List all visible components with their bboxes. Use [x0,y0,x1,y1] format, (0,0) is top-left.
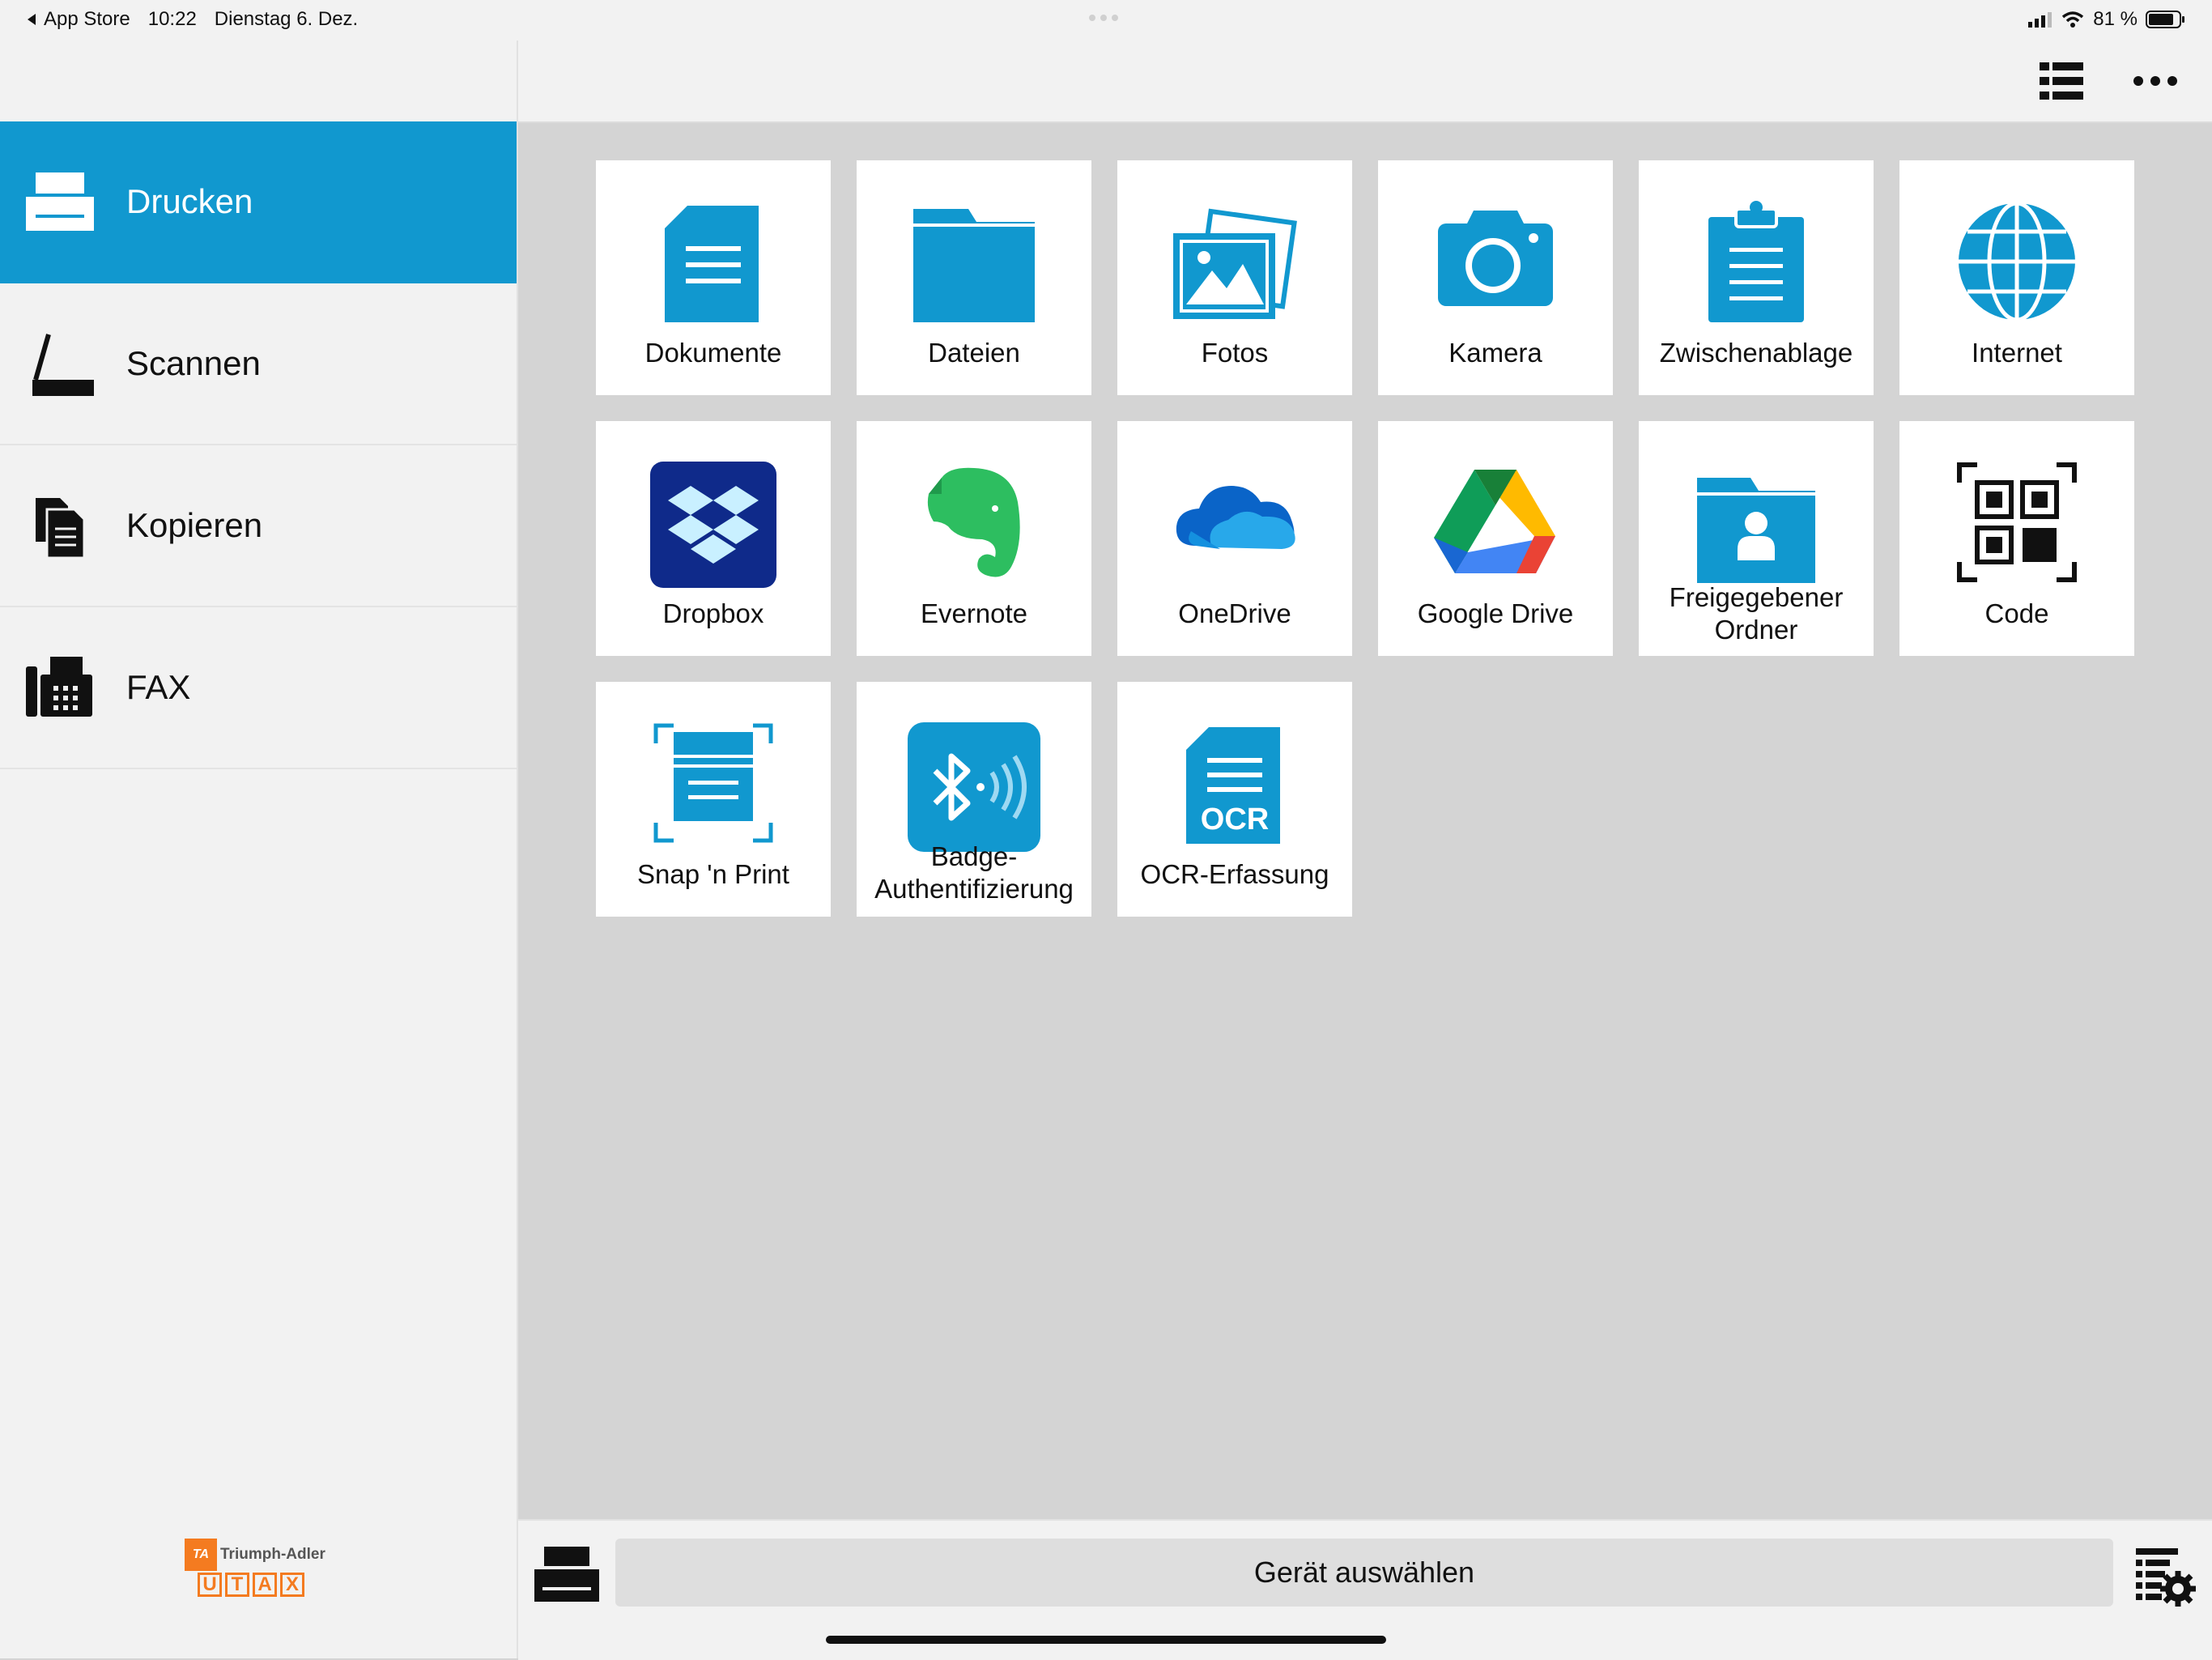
top-toolbar [518,40,2212,123]
evernote-icon [927,467,1020,577]
tile-label: Kamera [1448,338,1542,368]
status-date: Dienstag 6. Dez. [214,8,359,30]
printer-icon [23,164,97,239]
more-button[interactable] [2131,57,2180,105]
utax-logo: U T A X [198,1573,338,1597]
tile-dokumente[interactable]: Dokumente [596,160,831,395]
dropbox-icon [650,462,776,588]
tile-label: OCR-Erfassung [1140,859,1329,889]
photos-icon [1173,208,1297,319]
tile-label: Zwischenablage [1659,338,1853,368]
google-drive-icon [1434,470,1555,573]
tile-code[interactable]: Code [1899,421,2134,656]
multitasking-grabber[interactable] [1089,15,1125,21]
qr-code-icon [1957,462,2077,582]
tile-zwischenablage[interactable]: Zwischenablage [1639,160,1874,395]
tile-label: Badge- Authentifizierung [874,841,1074,904]
tile-snap-n-print[interactable]: Snap 'n Print [596,682,831,917]
tile-label: Snap 'n Print [637,859,789,889]
sidebar-item-scannen[interactable]: Scannen [0,283,517,445]
wifi-icon [2062,11,2084,28]
sidebar-item-label: Scannen [126,344,261,382]
sidebar-item-drucken[interactable]: Drucken [0,121,517,283]
clipboard-icon [1708,201,1804,322]
ocr-icon: OCR [1186,727,1280,844]
back-label: App Store [44,8,130,30]
tile-evernote[interactable]: Evernote [857,421,1091,656]
brand-name: Triumph-Adler [220,1546,325,1563]
fax-icon [23,650,97,725]
list-view-icon [2040,62,2083,100]
select-device-button[interactable]: Gerät auswählen [615,1539,2113,1607]
tile-internet[interactable]: Internet [1899,160,2134,395]
list-view-button[interactable] [2037,57,2086,105]
sidebar-nav: Drucken Scannen Kopieren FAX [0,121,517,769]
tile-label: Fotos [1201,338,1269,368]
bluetooth-badge-icon [908,722,1040,852]
onedrive-icon [1176,486,1295,549]
folder-icon [913,209,1035,322]
home-indicator[interactable] [826,1636,1386,1644]
tile-label: Evernote [920,598,1028,628]
ta-badge: TA [185,1539,217,1571]
tile-freigegebener-ordner[interactable]: Freigegebener Ordner [1639,421,1874,656]
sidebar-item-label: FAX [126,668,191,706]
battery-icon [2146,11,2184,28]
tile-label: Code [1984,598,2049,628]
tile-dateien[interactable]: Dateien [857,160,1091,395]
sidebar-item-kopieren[interactable]: Kopieren [0,445,517,607]
more-icon [2133,76,2177,86]
tile-label: Dokumente [644,338,782,368]
sidebar-item-fax[interactable]: FAX [0,607,517,769]
sidebar-item-label: Kopieren [126,506,263,544]
tile-label: OneDrive [1178,598,1291,628]
printer-device-icon[interactable] [534,1545,599,1610]
scanner-icon [23,326,97,401]
tile-ocr-erfassung[interactable]: OCR OCR-Erfassung [1117,682,1352,917]
sidebar-item-label: Drucken [126,182,253,220]
shared-folder-icon [1697,478,1815,583]
document-icon [665,206,759,322]
tile-fotos[interactable]: Fotos [1117,160,1352,395]
battery-percent: 81 % [2093,8,2138,30]
status-bar: App Store 10:22 Dienstag 6. Dez. 81 % [0,0,2212,40]
cellular-signal-icon [2028,12,2052,28]
tile-label: Google Drive [1417,598,1574,628]
status-time: 10:22 [147,8,197,30]
ocr-text: OCR [1201,802,1269,836]
tile-kamera[interactable]: Kamera [1378,160,1613,395]
copy-icon [23,488,97,563]
tile-label: Freigegebener Ordner [1669,582,1844,645]
tile-label: Dateien [928,338,1020,368]
globe-icon [1959,201,2075,322]
device-settings-icon[interactable] [2134,1545,2196,1607]
back-to-app-store[interactable]: App Store [26,8,130,31]
back-triangle-icon [28,14,36,25]
tile-badge-authentifizierung[interactable]: Badge- Authentifizierung [857,682,1091,917]
tile-dropbox[interactable]: Dropbox [596,421,831,656]
tile-label: Dropbox [662,598,764,628]
tile-onedrive[interactable]: OneDrive [1117,421,1352,656]
function-grid: Dokumente Dateien Fotos Kamera Zwischena… [596,160,2134,917]
tile-label: Internet [1972,338,2062,368]
camera-icon [1438,211,1553,306]
brand-logo: TA Triumph-Adler U T A X [185,1539,338,1611]
tile-google-drive[interactable]: Google Drive [1378,421,1613,656]
snap-print-icon [653,723,773,843]
sidebar: Drucken Scannen Kopieren FAX TA Triumph-… [0,0,518,1658]
